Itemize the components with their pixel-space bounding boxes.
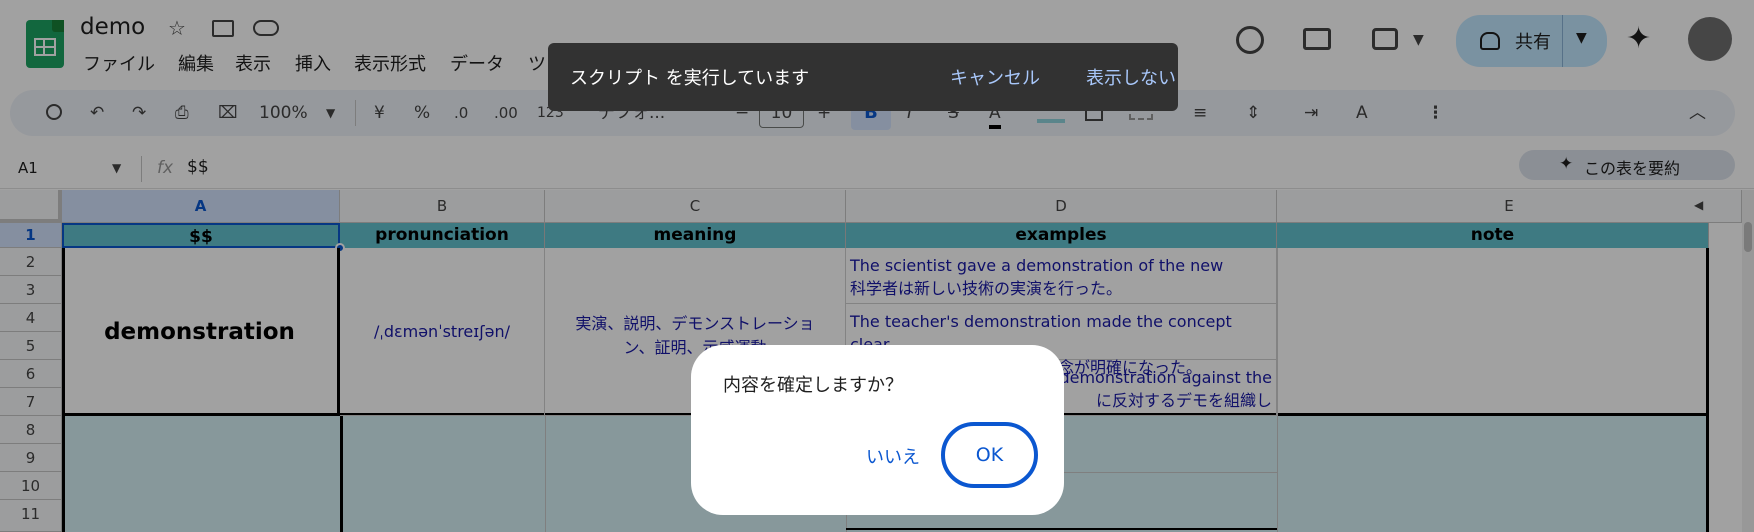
dialog-no-button[interactable]: いいえ: [866, 443, 920, 469]
snackbar-cancel-button[interactable]: キャンセル: [950, 64, 1040, 90]
script-running-snackbar: スクリプト を実行しています キャンセル 表示しない: [548, 43, 1178, 111]
sheets-window: demo ☆ ファイル 編集 表示 挿入 表示形式 データ ツ ▼ 共有 ▼ ✦…: [0, 0, 1754, 532]
confirm-dialog: 内容を確定しますか？ いいえ OK: [691, 345, 1064, 515]
snackbar-message: スクリプト を実行しています: [570, 68, 810, 89]
dialog-ok-button[interactable]: OK: [941, 422, 1038, 488]
dialog-question: 内容を確定しますか？: [723, 375, 903, 396]
snackbar-dismiss-button[interactable]: 表示しない: [1086, 64, 1176, 90]
